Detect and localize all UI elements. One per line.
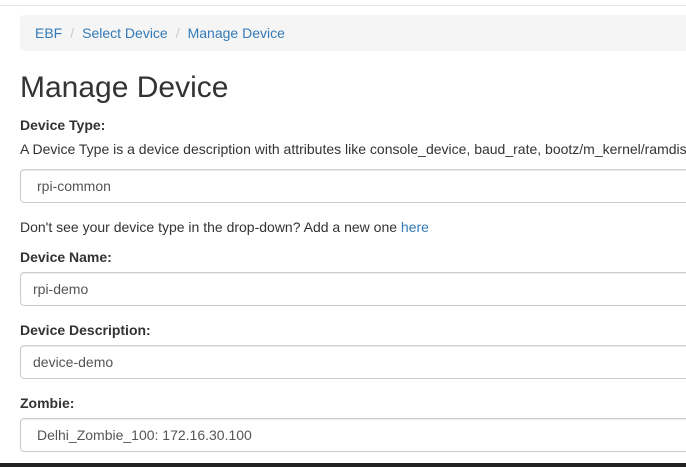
device-name-value: rpi-demo [33,281,89,297]
device-type-description: A Device Type is a device description wi… [20,141,686,157]
page-title: Manage Device [20,71,229,104]
breadcrumb: EBF / Select Device / Manage Device [20,15,686,51]
breadcrumb-manage-device-link[interactable]: Manage Device [188,25,285,41]
zombie-label: Zombie: [20,395,75,411]
device-description-input[interactable]: device-demo [20,345,686,379]
breadcrumb-separator: / [175,25,180,41]
device-type-hint-text: Don't see your device type in the drop-d… [20,219,401,235]
add-device-type-link[interactable]: here [401,219,429,235]
zombie-selected-value: Delhi_Zombie_100: 172.16.30.100 [37,427,252,443]
device-name-input[interactable]: rpi-demo [20,272,686,306]
device-type-hint: Don't see your device type in the drop-d… [20,217,429,237]
manage-device-page: EBF / Select Device / Manage Device Mana… [0,0,686,467]
breadcrumb-ebf-link[interactable]: EBF [35,25,62,41]
breadcrumb-separator: / [70,25,75,41]
zombie-select[interactable]: Delhi_Zombie_100: 172.16.30.100 [20,418,686,452]
device-description-value: device-demo [33,354,114,370]
device-type-select[interactable]: rpi-common [20,169,686,203]
top-navbar-edge [0,0,686,6]
breadcrumb-select-device-link[interactable]: Select Device [82,25,168,41]
device-description-label: Device Description: [20,322,151,338]
device-type-label: Device Type: [20,117,106,133]
bottom-edge [0,463,686,467]
device-type-selected-value: rpi-common [37,178,111,194]
device-name-label: Device Name: [20,249,112,265]
